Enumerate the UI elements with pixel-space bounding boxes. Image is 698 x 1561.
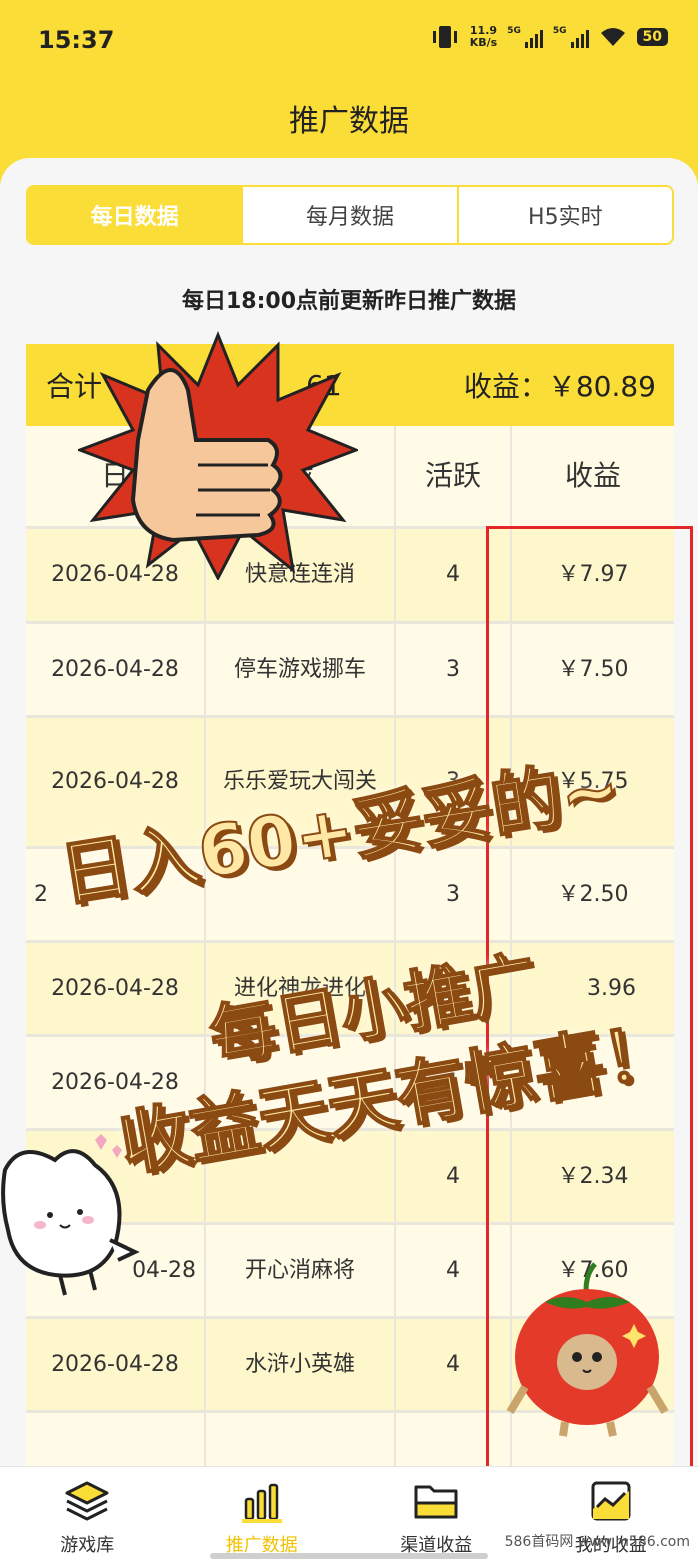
row-game: 停车游戏挪车 bbox=[206, 624, 396, 715]
network-speed: 11.9 KB/s bbox=[469, 24, 498, 49]
status-time: 15:37 bbox=[38, 26, 115, 54]
tab-daily-data[interactable]: 每日数据 bbox=[28, 187, 244, 243]
status-icons: 11.9 KB/s 5G 5G 50 bbox=[430, 24, 668, 50]
summary-earnings: 收益：￥80.89 bbox=[463, 370, 656, 403]
nav-label: 游戏库 bbox=[60, 1535, 115, 1556]
nav-game-library[interactable]: 游戏库 bbox=[0, 1467, 175, 1561]
thumbs-up-icon bbox=[78, 330, 358, 580]
tab-h5-realtime[interactable]: H5实时 bbox=[459, 187, 672, 243]
signal-icon-2: 5G bbox=[553, 26, 589, 48]
nav-promotion-data[interactable]: 推广数据 bbox=[175, 1467, 350, 1561]
row-game: 开心消麻将 bbox=[206, 1225, 396, 1316]
signal-icon: 5G bbox=[507, 26, 543, 48]
wifi-icon bbox=[600, 28, 625, 46]
update-notice: 每日18:00点前更新昨日推广数据 bbox=[181, 289, 517, 314]
nav-channel-earnings[interactable]: 渠道收益 bbox=[349, 1467, 524, 1561]
column-header-active: 活跃 bbox=[396, 426, 512, 526]
bottom-navigation: 游戏库 推广数据 渠道收益 我的收益 586首码网 www.m586.com bbox=[0, 1466, 698, 1561]
page-title: 推广数据 bbox=[289, 104, 409, 139]
home-indicator[interactable] bbox=[210, 1553, 488, 1559]
layers-icon bbox=[65, 1481, 109, 1521]
folder-icon bbox=[414, 1485, 458, 1519]
watermark: 586首码网 www.m586.com bbox=[504, 1534, 690, 1550]
vibrate-icon bbox=[432, 26, 457, 48]
trend-chart-icon bbox=[591, 1481, 631, 1521]
tomato-cat-sticker-icon bbox=[506, 1262, 669, 1437]
tab-monthly-data[interactable]: 每月数据 bbox=[243, 187, 459, 243]
row-game: 水浒小英雄 bbox=[206, 1319, 396, 1410]
bar-chart-icon bbox=[241, 1483, 282, 1523]
status-bar: 15:37 11.9 KB/s 5G 5G 50 bbox=[0, 0, 698, 82]
row-date: 2026-04-28 bbox=[26, 943, 206, 1034]
battery-icon: 50 bbox=[636, 28, 668, 46]
row-date: 2026-04-28 bbox=[26, 1319, 206, 1410]
column-header-earnings: 收益 bbox=[564, 459, 621, 492]
tab-bar: 每日数据 每月数据 H5实时 bbox=[26, 185, 674, 245]
row-date: 2026-04-28 bbox=[26, 624, 206, 715]
